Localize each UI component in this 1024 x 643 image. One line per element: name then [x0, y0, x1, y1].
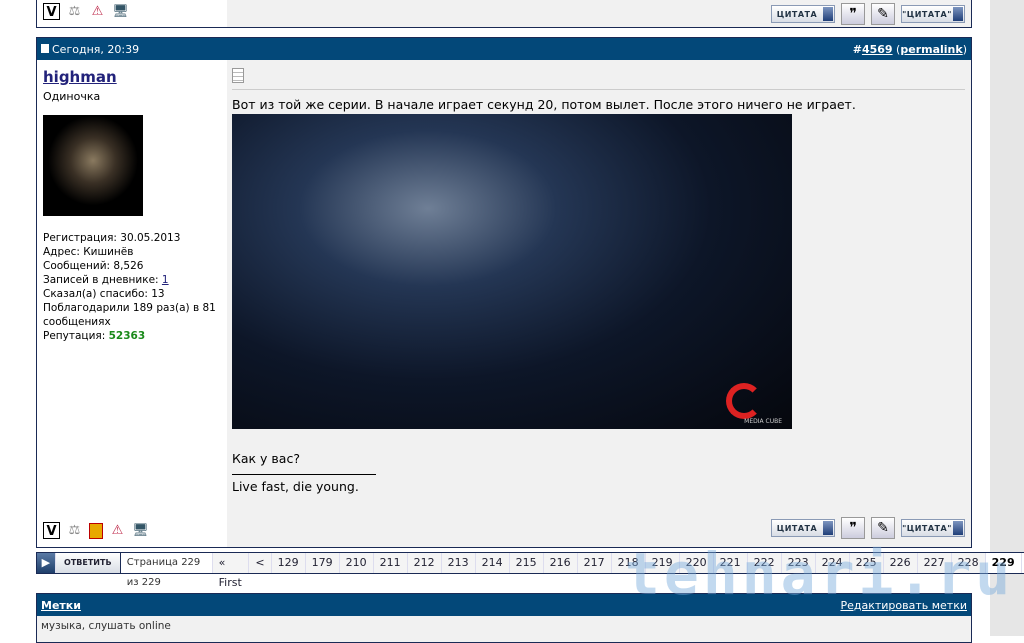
stat-reputation: Репутация: 52363 — [43, 330, 146, 342]
pagination-bar: ▶ ОТВЕТИТЬ Страница 229 из 229 « First <… — [36, 552, 1024, 589]
current-page: 229 — [985, 553, 1022, 573]
post-icon — [41, 43, 49, 53]
video-logo — [726, 383, 762, 419]
permalink-link[interactable]: permalink — [900, 43, 962, 56]
prev-post-buttons: ЦИТАТА ❞ ✎ "ЦИТАТА" — [771, 3, 965, 25]
report-icon[interactable]: ⚠ — [89, 3, 106, 20]
vcard-icon[interactable]: V — [43, 3, 60, 20]
page-link[interactable]: 216 — [543, 553, 578, 573]
stat-registration: Регистрация: 30.05.2013 — [43, 232, 181, 244]
post-header: Сегодня, 20:39 #4569 (permalink) — [37, 38, 971, 60]
user-stats: Регистрация: 30.05.2013 Адрес: Кишинёв С… — [43, 231, 223, 343]
video-logo-text: MEDIA CUBE — [744, 418, 782, 425]
user-title: Одиночка — [43, 90, 101, 103]
page-link[interactable]: 213 — [441, 553, 476, 573]
stat-thanks-received: Поблагодарили 189 раз(а) в 81 сообщениях — [43, 302, 216, 328]
page-side-strip — [990, 0, 1024, 636]
page-link[interactable]: 215 — [509, 553, 544, 573]
post-question: Как у вас? — [232, 451, 300, 466]
diary-link[interactable]: 1 — [162, 274, 169, 286]
post-number: #4569 (permalink) — [852, 42, 967, 56]
reply-button[interactable]: ОТВЕТИТЬ — [55, 553, 121, 573]
page-link[interactable]: 224 — [815, 553, 850, 573]
avatar[interactable] — [43, 115, 143, 216]
stat-address: Адрес: Кишинёв — [43, 246, 134, 258]
body-divider — [232, 89, 965, 90]
page-link[interactable]: 217 — [577, 553, 612, 573]
post-date-text: Сегодня, 20:39 — [52, 42, 140, 56]
post: Сегодня, 20:39 #4569 (permalink) highman… — [36, 37, 972, 548]
post-body: Вот из той же серии. В начале играет сек… — [232, 60, 965, 494]
post-buttons: ЦИТАТА ❞ ✎ "ЦИТАТА" — [771, 517, 965, 539]
message-icon — [232, 68, 244, 83]
page-link[interactable]: 221 — [713, 553, 748, 573]
edit-icon[interactable]: ✎ — [871, 517, 895, 539]
computer-icon[interactable]: 🖥 — [132, 522, 149, 539]
signature-divider — [232, 474, 376, 475]
page-link[interactable]: 223 — [781, 553, 816, 573]
page-link[interactable]: 210 — [339, 553, 374, 573]
tags-list: музыка, слушать online — [41, 620, 171, 632]
user-info: highman Одиночка Регистрация: 30.05.2013… — [37, 60, 227, 547]
video-embed[interactable]: MEDIA CUBE — [232, 114, 792, 429]
page-info: Страница 229 из 229 — [120, 553, 213, 588]
page-link[interactable]: 220 — [679, 553, 714, 573]
previous-post: V ⚖ ⚠ 🖥 ЦИТАТА ❞ ✎ "ЦИТАТА" — [36, 0, 972, 28]
page-link[interactable]: 129 — [271, 553, 306, 573]
page-link[interactable]: 225 — [849, 553, 884, 573]
username-link[interactable]: highman — [43, 68, 117, 86]
multiquote-button[interactable]: "ЦИТАТА" — [901, 519, 965, 537]
page-link[interactable]: 179 — [305, 553, 340, 573]
edit-icon[interactable]: ✎ — [871, 3, 895, 25]
tags-title-link[interactable]: Метки — [41, 599, 81, 612]
stat-diary: Записей в дневнике: 1 — [43, 274, 169, 286]
post-text: Вот из той же серии. В начале играет сек… — [232, 97, 856, 112]
scales-icon[interactable]: ⚖ — [66, 522, 83, 539]
scales-icon[interactable]: ⚖ — [66, 3, 83, 20]
first-page-link[interactable]: « First — [212, 553, 250, 589]
signature: Live fast, die young. — [232, 479, 359, 494]
vcard-icon[interactable]: V — [43, 522, 60, 539]
report-icon[interactable]: ⚠ — [109, 522, 126, 539]
edit-tags-link[interactable]: Редактировать метки — [840, 599, 967, 612]
quote-button[interactable]: ЦИТАТА — [771, 5, 835, 23]
page-link[interactable]: 222 — [747, 553, 782, 573]
tags-header: Метки Редактировать метки — [37, 594, 971, 616]
infraction-card-icon[interactable] — [89, 522, 103, 539]
computer-icon[interactable]: 🖥 — [112, 3, 129, 20]
page-link[interactable]: 214 — [475, 553, 510, 573]
page-link[interactable]: 228 — [951, 553, 986, 573]
post-number-prefix: # — [852, 42, 862, 56]
stat-posts: Сообщений: 8,526 — [43, 260, 144, 272]
post-number-link[interactable]: 4569 — [862, 43, 893, 56]
post-icons: V ⚖ ⚠ 🖥 — [43, 522, 149, 539]
page-link[interactable]: 226 — [883, 553, 918, 573]
page-link[interactable]: 219 — [645, 553, 680, 573]
post-date: Сегодня, 20:39 — [41, 43, 139, 56]
page-link[interactable]: 218 — [611, 553, 646, 573]
reply-arrow-icon[interactable]: ▶ — [37, 553, 56, 573]
quick-quote-icon[interactable]: ❞ — [841, 3, 865, 25]
page-link[interactable]: 212 — [407, 553, 442, 573]
quote-button[interactable]: ЦИТАТА — [771, 519, 835, 537]
prev-page-link[interactable]: < — [249, 553, 272, 573]
page-link[interactable]: 211 — [373, 553, 408, 573]
prev-post-icons: V ⚖ ⚠ 🖥 — [43, 3, 129, 20]
page-link[interactable]: 227 — [917, 553, 952, 573]
quick-quote-icon[interactable]: ❞ — [841, 517, 865, 539]
multiquote-button[interactable]: "ЦИТАТА" — [901, 5, 965, 23]
stat-thanks-given: Сказал(а) спасибо: 13 — [43, 288, 165, 300]
